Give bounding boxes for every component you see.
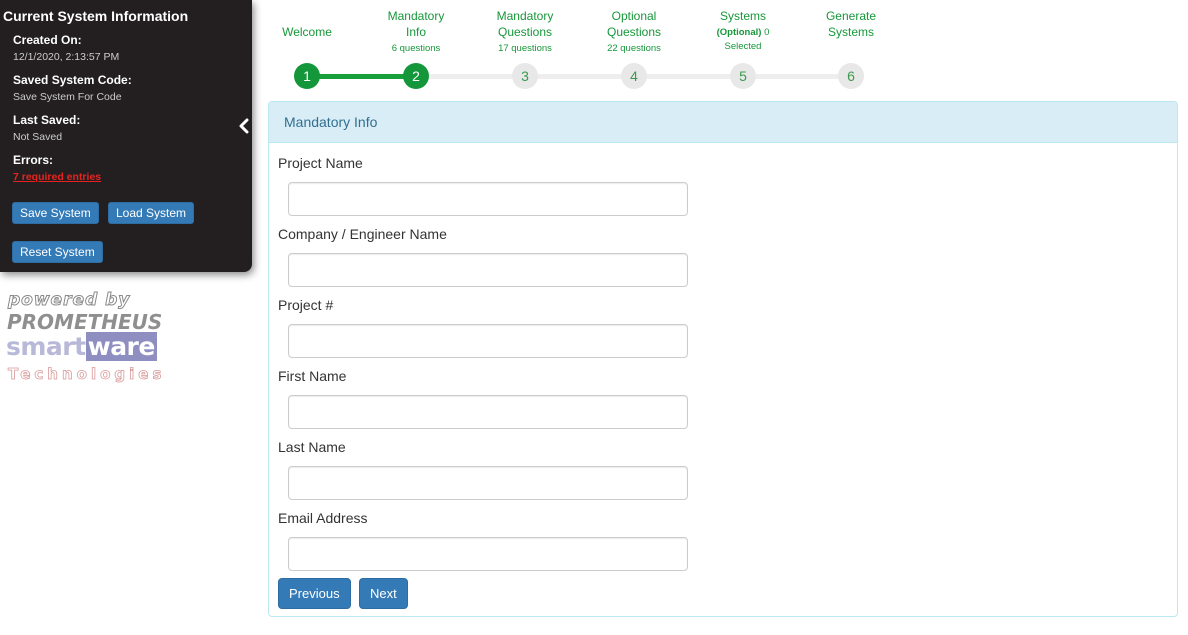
step-subtitle: (Optional) 0 bbox=[688, 26, 798, 39]
company-engineer-label: Company / Engineer Name bbox=[278, 226, 447, 242]
system-info-panel: Current System Information Created On: 1… bbox=[0, 0, 252, 272]
panel-title: Current System Information bbox=[3, 8, 189, 24]
step-circle-6[interactable]: 6 bbox=[838, 63, 864, 89]
step-optional-questions[interactable]: Optional Questions 22 questions bbox=[579, 0, 689, 55]
step-generate-systems[interactable]: Generate Systems bbox=[796, 0, 906, 40]
step-title: Generate Systems bbox=[825, 9, 877, 39]
step-mandatory-info[interactable]: Mandatory Info 6 questions bbox=[361, 0, 471, 55]
saved-code-value: Save System For Code bbox=[13, 91, 122, 103]
logo-powered-by: powered by bbox=[7, 290, 131, 311]
wizard-steps: Welcome 1 Mandatory Info 6 questions 2 M… bbox=[268, 0, 968, 100]
mandatory-info-panel: Mandatory Info Project Name Company / En… bbox=[268, 101, 1178, 617]
last-saved-value: Not Saved bbox=[13, 131, 63, 143]
saved-code-label: Saved System Code: bbox=[13, 73, 132, 87]
step-title: Mandatory Info bbox=[387, 9, 445, 39]
project-number-label: Project # bbox=[278, 297, 334, 313]
step-circle-3[interactable]: 3 bbox=[512, 63, 538, 89]
step-circle-4[interactable]: 4 bbox=[621, 63, 647, 89]
step-title: Systems bbox=[719, 9, 766, 23]
email-address-label: Email Address bbox=[278, 510, 368, 526]
chevron-left-icon[interactable] bbox=[236, 117, 252, 135]
errors-link[interactable]: 7 required entries bbox=[13, 171, 101, 183]
company-engineer-input[interactable] bbox=[288, 253, 688, 287]
step-welcome[interactable]: Welcome bbox=[252, 0, 362, 40]
step-subtitle-2: Selected bbox=[724, 41, 762, 52]
step-circle-1[interactable]: 1 bbox=[294, 63, 320, 89]
project-number-input[interactable] bbox=[288, 324, 688, 358]
next-button[interactable]: Next bbox=[359, 578, 408, 609]
created-on-value: 12/1/2020, 2:13:57 PM bbox=[13, 51, 120, 63]
powered-by-logo: powered by PROMETHEUS smartware Technolo… bbox=[6, 288, 186, 388]
panel-heading: Mandatory Info bbox=[269, 102, 1177, 143]
load-system-button[interactable]: Load System bbox=[108, 202, 195, 224]
step-systems[interactable]: Systems (Optional) 0 Selected bbox=[688, 0, 798, 53]
project-name-input[interactable] bbox=[288, 182, 688, 216]
logo-smart: smart bbox=[6, 332, 86, 361]
step-subtitle: 22 questions bbox=[607, 43, 661, 54]
step-title: Mandatory Questions bbox=[496, 9, 554, 39]
logo-ware: ware bbox=[85, 332, 157, 361]
step-circle-5[interactable]: 5 bbox=[730, 63, 756, 89]
previous-button[interactable]: Previous bbox=[278, 578, 351, 609]
step-subtitle: 6 questions bbox=[391, 43, 441, 54]
created-on-label: Created On: bbox=[13, 33, 82, 47]
last-saved-label: Last Saved: bbox=[13, 113, 81, 127]
logo-smartware: smartware bbox=[6, 332, 157, 361]
step-mandatory-questions[interactable]: Mandatory Questions 17 questions bbox=[470, 0, 580, 55]
email-address-input[interactable] bbox=[288, 537, 688, 571]
last-name-label: Last Name bbox=[278, 439, 346, 455]
save-system-button[interactable]: Save System bbox=[12, 202, 99, 224]
errors-label: Errors: bbox=[13, 153, 54, 167]
logo-prometheus: PROMETHEUS bbox=[7, 310, 163, 334]
step-title: Optional Questions bbox=[606, 9, 662, 39]
logo-technologies: Technologies bbox=[8, 365, 166, 384]
step-track-progress bbox=[307, 74, 416, 79]
optional-label: (Optional) bbox=[716, 27, 762, 38]
last-name-input[interactable] bbox=[288, 466, 688, 500]
project-name-label: Project Name bbox=[278, 155, 363, 171]
selected-count: 0 bbox=[764, 27, 770, 38]
step-circle-2[interactable]: 2 bbox=[403, 63, 429, 89]
first-name-input[interactable] bbox=[288, 395, 688, 429]
step-title: Welcome bbox=[282, 25, 332, 39]
first-name-label: First Name bbox=[278, 368, 347, 384]
reset-system-button[interactable]: Reset System bbox=[12, 241, 103, 263]
step-subtitle: 17 questions bbox=[498, 43, 552, 54]
